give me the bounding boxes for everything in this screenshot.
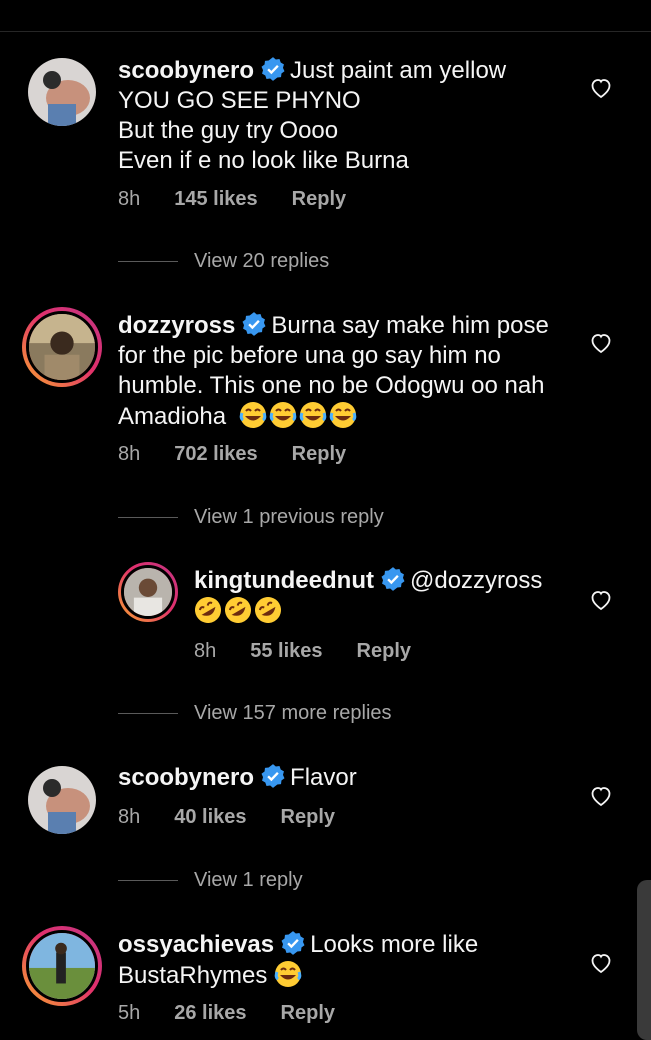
comment-meta: 8h 145 likes Reply — [118, 188, 380, 211]
view-replies-label: View 1 previous reply — [194, 506, 384, 528]
comment-meta: 8h 702 likes Reply — [118, 443, 380, 466]
comment-time: 8h — [118, 188, 141, 210]
like-heart-icon[interactable] — [589, 588, 613, 612]
comment-text-line: humble. This one no be Odogwu oo nah — [118, 372, 545, 399]
like-heart-icon[interactable] — [589, 951, 613, 975]
comment-time: 8h — [194, 640, 217, 662]
avatar-image — [28, 766, 96, 834]
comment-meta: 8h 40 likes Reply — [118, 806, 369, 829]
comment-body: scoobynero Just paint am yellow YOU GO SE… — [118, 56, 578, 176]
verified-badge-icon — [261, 57, 285, 81]
verified-badge-icon — [261, 764, 285, 788]
avatar[interactable] — [22, 307, 102, 387]
comment-text-line: BustaRhymes — [118, 962, 268, 989]
verified-badge-icon — [281, 931, 305, 955]
reply-button[interactable]: Reply — [292, 443, 346, 465]
comment-username[interactable]: ossyachievas — [118, 931, 274, 958]
comment-text-line: Looks more like — [310, 931, 479, 958]
comment-text-line: Even if e no look like Burna — [118, 147, 409, 174]
comment-text-line: Just paint am yellow — [290, 57, 507, 84]
view-replies-button[interactable]: View 1 previous reply — [118, 506, 384, 529]
laughing-tears-emoji-icon — [239, 402, 359, 430]
comment-text-line: Burna say make him pose — [271, 312, 549, 339]
avatar[interactable] — [28, 766, 96, 834]
like-heart-icon[interactable] — [589, 784, 613, 808]
view-replies-button[interactable]: View 1 reply — [118, 869, 303, 892]
verified-badge-icon — [381, 567, 405, 591]
comment-meta: 8h 55 likes Reply — [194, 640, 445, 663]
divider-line — [118, 261, 178, 263]
comment-text-line: for the pic before una go say him no — [118, 342, 501, 369]
view-replies-button[interactable]: View 20 replies — [118, 250, 329, 273]
avatar[interactable] — [118, 562, 178, 622]
view-replies-label: View 1 reply — [194, 869, 303, 891]
reply-button[interactable]: Reply — [281, 1002, 335, 1024]
comment-body: kingtundeednut @dozzyross — [194, 566, 574, 627]
comment-username[interactable]: scoobynero — [118, 57, 254, 84]
scrollbar[interactable] — [637, 880, 651, 1040]
comment-body: ossyachievas Looks more like BustaRhymes — [118, 930, 578, 991]
rofl-emoji-icon — [194, 597, 284, 625]
likes-count[interactable]: 702 likes — [174, 443, 257, 465]
comment-text-line: But the guy try Oooo — [118, 117, 339, 144]
avatar-image — [28, 58, 96, 126]
laughing-tears-emoji-icon — [274, 961, 304, 989]
comment-text-line: Flavor — [290, 764, 357, 791]
comment-username[interactable]: kingtundeednut — [194, 567, 374, 594]
comment-body: dozzyross Burna say make him pose for the… — [118, 311, 588, 432]
comment-time: 8h — [118, 806, 141, 828]
comment-body: scoobynero Flavor — [118, 763, 578, 793]
view-replies-label: View 157 more replies — [194, 702, 392, 724]
like-heart-icon[interactable] — [589, 76, 613, 100]
comment-meta: 5h 26 likes Reply — [118, 1002, 369, 1025]
likes-count[interactable]: 55 likes — [250, 640, 322, 662]
divider-line — [118, 517, 178, 519]
avatar-image — [29, 314, 95, 380]
view-replies-label: View 20 replies — [194, 250, 330, 272]
comment-text-line: Amadioha — [118, 403, 227, 430]
comment-text-line: YOU GO SEE PHYNO — [118, 87, 361, 114]
avatar[interactable] — [22, 926, 102, 1006]
like-heart-icon[interactable] — [589, 331, 613, 355]
comment-time: 5h — [118, 1002, 141, 1024]
reply-button[interactable]: Reply — [357, 640, 411, 662]
reply-button[interactable]: Reply — [281, 806, 335, 828]
likes-count[interactable]: 145 likes — [174, 188, 257, 210]
top-divider — [0, 31, 651, 32]
verified-badge-icon — [242, 312, 266, 336]
avatar[interactable] — [28, 58, 96, 126]
comment-time: 8h — [118, 443, 141, 465]
comment-username[interactable]: scoobynero — [118, 764, 254, 791]
likes-count[interactable]: 40 likes — [174, 806, 246, 828]
divider-line — [118, 880, 178, 882]
avatar-image — [29, 933, 95, 999]
avatar-image — [124, 568, 172, 616]
divider-line — [118, 713, 178, 715]
comment-username[interactable]: dozzyross — [118, 312, 235, 339]
reply-button[interactable]: Reply — [292, 188, 346, 210]
mention-text[interactable]: @dozzyross — [410, 567, 542, 594]
view-replies-button[interactable]: View 157 more replies — [118, 702, 392, 725]
likes-count[interactable]: 26 likes — [174, 1002, 246, 1024]
